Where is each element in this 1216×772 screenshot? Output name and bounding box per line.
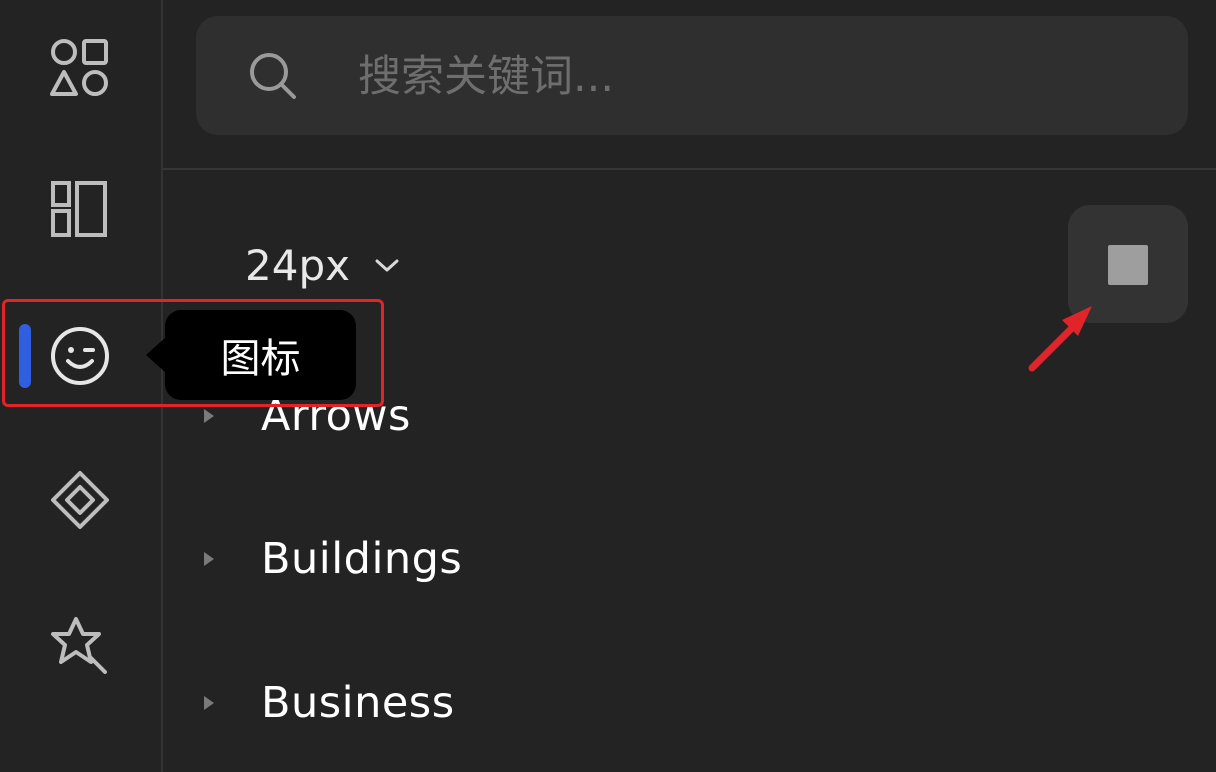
search-icon: [250, 53, 296, 99]
caret-right-icon: [204, 409, 214, 423]
category-label: Buildings: [261, 534, 463, 584]
caret-right-icon: [204, 696, 214, 710]
component-diamond-icon: [51, 471, 109, 529]
icon-size-dropdown[interactable]: 24px: [245, 235, 402, 295]
chevron-down-icon: [375, 259, 399, 272]
magic-wand-star-icon: [51, 617, 107, 674]
sidebar-item-components[interactable]: [40, 460, 120, 540]
search-bar: [196, 16, 1188, 135]
annotation-arrow-icon: [1028, 306, 1092, 372]
sidebar-item-shapes[interactable]: [40, 28, 120, 108]
color-swatch: [1108, 245, 1148, 285]
layout-columns-icon: [51, 181, 107, 237]
sidebar-item-effects[interactable]: [40, 605, 120, 685]
divider: [163, 168, 1216, 170]
category-label: Business: [261, 678, 455, 728]
shapes-icon: [50, 39, 108, 96]
caret-right-icon: [204, 552, 214, 566]
category-item[interactable]: Buildings: [201, 524, 462, 594]
search-input[interactable]: [356, 41, 1140, 113]
annotation-highlight-box: [2, 299, 384, 407]
sidebar-item-layouts[interactable]: [40, 170, 120, 250]
icon-size-label: 24px: [245, 240, 350, 290]
category-item[interactable]: Business: [201, 668, 455, 738]
